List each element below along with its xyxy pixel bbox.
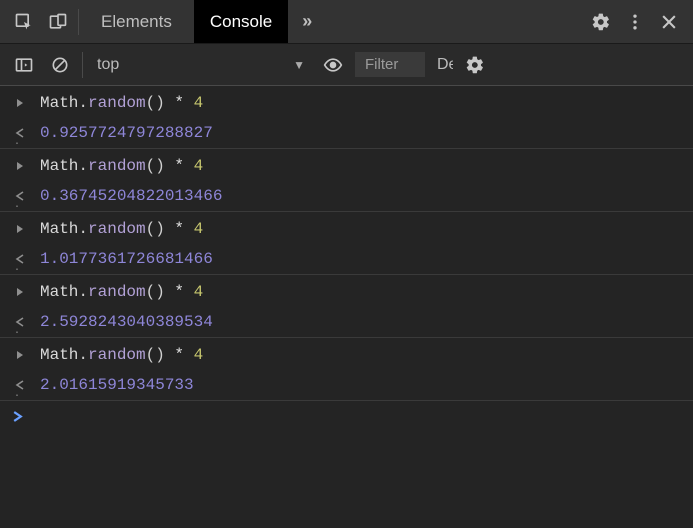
input-chevron-icon <box>12 224 28 234</box>
console-prompt[interactable] <box>0 401 693 435</box>
inspect-element-icon[interactable] <box>10 8 38 36</box>
prompt-input[interactable] <box>35 409 687 427</box>
console-entry: Math.random() * 4 1.0177361726681466 <box>0 212 693 275</box>
tab-console[interactable]: Console <box>194 0 288 43</box>
output-chevron-icon <box>12 317 28 327</box>
output-chevron-icon <box>12 128 28 138</box>
input-chevron-icon <box>12 287 28 297</box>
console-output: Math.random() * 40.9257724797288827Math.… <box>0 86 693 435</box>
console-input-row: Math.random() * 4 <box>0 340 693 370</box>
console-subtoolbar: top ▼ Filter Default levels <box>0 44 693 86</box>
console-entry: Math.random() * 4 2.5928243040389534 <box>0 275 693 338</box>
console-output-row: 1.0177361726681466 <box>0 244 693 274</box>
console-output-row: 0.36745204822013466 <box>0 181 693 211</box>
prompt-chevron-icon <box>12 409 23 427</box>
input-chevron-icon <box>12 161 28 171</box>
close-icon[interactable] <box>655 8 683 36</box>
kebab-menu-icon[interactable] <box>621 8 649 36</box>
log-levels-select[interactable]: Default levels <box>433 56 453 74</box>
console-entry: Math.random() * 4 2.01615919345733 <box>0 338 693 401</box>
more-tabs-chevron-icon[interactable]: » <box>294 11 320 32</box>
input-chevron-icon <box>12 98 28 108</box>
console-entry: Math.random() * 4 0.9257724797288827 <box>0 86 693 149</box>
console-result-value: 2.01615919345733 <box>40 376 194 394</box>
console-sidebar-toggle-icon[interactable] <box>10 51 38 79</box>
live-expression-eye-icon[interactable] <box>319 51 347 79</box>
console-input-row: Math.random() * 4 <box>0 151 693 181</box>
console-input-row: Math.random() * 4 <box>0 214 693 244</box>
console-input-row: Math.random() * 4 <box>0 88 693 118</box>
console-result-value: 0.9257724797288827 <box>40 124 213 142</box>
clear-console-icon[interactable] <box>46 51 74 79</box>
context-label: top <box>97 56 119 74</box>
execution-context-select[interactable]: top ▼ <box>91 54 311 76</box>
console-input-code: Math.random() * 4 <box>40 94 203 112</box>
device-toolbar-icon[interactable] <box>44 8 72 36</box>
chevron-down-icon: ▼ <box>293 58 305 72</box>
divider <box>82 52 83 78</box>
console-output-row: 0.9257724797288827 <box>0 118 693 148</box>
divider <box>78 9 79 35</box>
console-output-row: 2.01615919345733 <box>0 370 693 400</box>
filter-input[interactable]: Filter <box>355 52 425 77</box>
console-input-code: Math.random() * 4 <box>40 157 203 175</box>
console-input-code: Math.random() * 4 <box>40 220 203 238</box>
input-chevron-icon <box>12 350 28 360</box>
console-result-value: 2.5928243040389534 <box>40 313 213 331</box>
console-result-value: 0.36745204822013466 <box>40 187 222 205</box>
console-output-row: 2.5928243040389534 <box>0 307 693 337</box>
output-chevron-icon <box>12 254 28 264</box>
console-input-code: Math.random() * 4 <box>40 283 203 301</box>
console-settings-gear-icon[interactable] <box>461 51 489 79</box>
console-entry: Math.random() * 4 0.36745204822013466 <box>0 149 693 212</box>
output-chevron-icon <box>12 380 28 390</box>
console-input-row: Math.random() * 4 <box>0 277 693 307</box>
devtools-toolbar: Elements Console » <box>0 0 693 44</box>
console-result-value: 1.0177361726681466 <box>40 250 213 268</box>
tab-elements[interactable]: Elements <box>85 0 188 43</box>
console-input-code: Math.random() * 4 <box>40 346 203 364</box>
output-chevron-icon <box>12 191 28 201</box>
settings-gear-icon[interactable] <box>587 8 615 36</box>
